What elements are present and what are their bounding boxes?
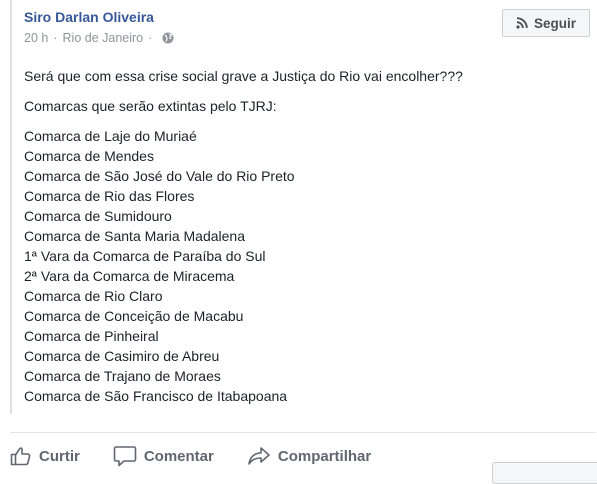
- list-item: Comarca de Laje do Muriaé: [24, 128, 197, 144]
- post-paragraph-1: Será que com essa crise social grave a J…: [24, 68, 463, 84]
- comment-label: Comentar: [143, 447, 214, 465]
- post-body: Será que com essa crise social grave a J…: [24, 66, 463, 406]
- globe-icon[interactable]: [162, 32, 174, 44]
- list-item: Comarca de Pinheiral: [24, 328, 159, 344]
- share-label: Compartilhar: [277, 447, 372, 465]
- post-paragraph-2: Comarcas que serão extintas pelo TJRJ:: [24, 98, 277, 114]
- comarcas-list: Comarca de Laje do Muriaé Comarca de Men…: [24, 126, 463, 406]
- list-item: Comarca de Sumidouro: [24, 208, 172, 224]
- follow-button-label: Seguir: [533, 15, 576, 31]
- share-button[interactable]: Compartilhar: [247, 446, 371, 466]
- post-actions-bar: Curtir Comentar Compartilhar: [10, 440, 371, 472]
- like-label: Curtir: [39, 447, 80, 465]
- post-location[interactable]: Rio de Janeiro: [63, 31, 144, 45]
- post-timestamp[interactable]: 20 h: [24, 31, 48, 45]
- comment-button[interactable]: Comentar: [113, 445, 214, 467]
- list-item: Comarca de Trajano de Moraes: [24, 368, 221, 384]
- list-item: Comarca de Santa Maria Madalena: [24, 228, 246, 244]
- thumbs-up-icon: [10, 447, 31, 466]
- post-left-border: [10, 0, 12, 414]
- rss-icon: [516, 17, 528, 29]
- list-item: Comarca de Rio Claro: [24, 288, 163, 304]
- list-item: 2ª Vara da Comarca de Miracema: [24, 268, 235, 284]
- share-arrow-icon: [248, 447, 270, 465]
- list-item: Comarca de São Francisco de Itabapoana: [24, 388, 288, 404]
- list-item: Comarca de Casimiro de Abreu: [24, 348, 220, 364]
- follow-button[interactable]: Seguir: [502, 9, 590, 37]
- post-author-name[interactable]: Siro Darlan Oliveira: [24, 9, 154, 25]
- meta-separator: ·: [148, 31, 153, 45]
- list-item: Comarca de Conceição de Macabu: [24, 308, 244, 324]
- list-item: 1ª Vara da Comarca de Paraíba do Sul: [24, 248, 266, 264]
- list-item: Comarca de São José do Vale do Rio Preto: [24, 168, 295, 184]
- partial-corner-button[interactable]: [492, 462, 597, 484]
- post-meta: 20 h · Rio de Janeiro ·: [24, 31, 174, 45]
- like-button[interactable]: Curtir: [10, 446, 80, 466]
- meta-separator: ·: [53, 31, 58, 45]
- list-item: Comarca de Rio das Flores: [24, 188, 195, 204]
- comment-icon: [113, 446, 137, 467]
- list-item: Comarca de Mendes: [24, 148, 154, 164]
- actions-divider: [10, 432, 596, 433]
